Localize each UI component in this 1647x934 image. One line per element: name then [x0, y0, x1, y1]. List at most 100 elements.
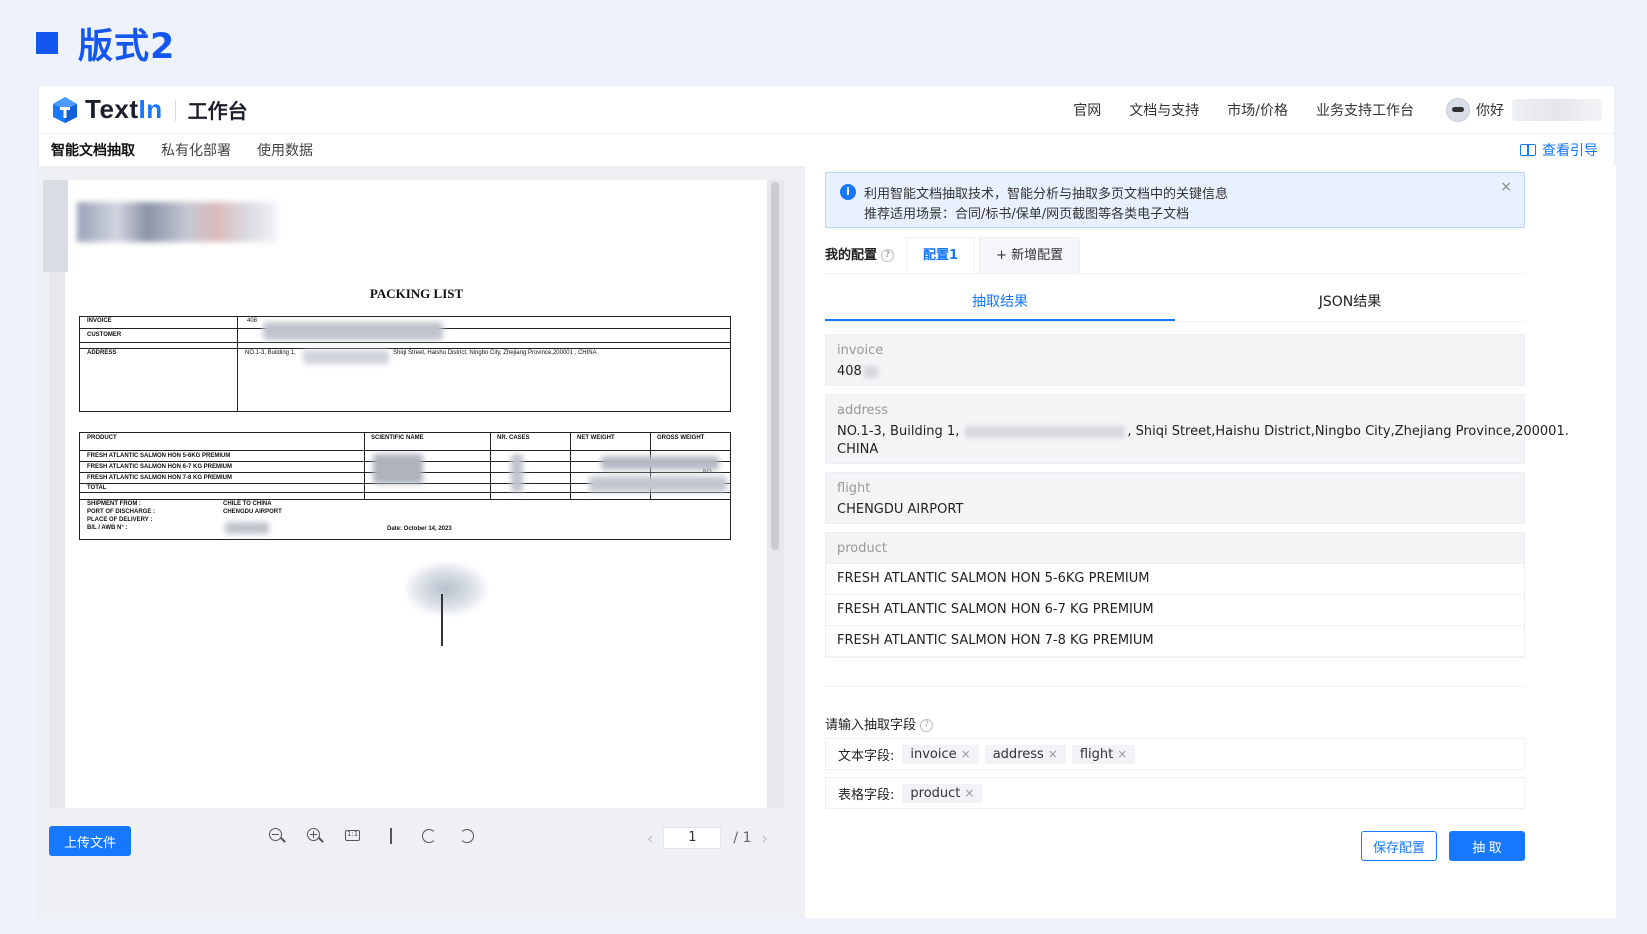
- subnav-usage-data[interactable]: 使用数据: [257, 140, 313, 160]
- field-label: invoice: [837, 343, 884, 358]
- doc-meta-label: PORT OF DISCHARGE :: [87, 509, 156, 515]
- rotate-right-icon[interactable]: [457, 826, 477, 846]
- add-config-button[interactable]: + 新增配置: [979, 237, 1081, 273]
- view-guide-label: 查看引导: [1542, 143, 1598, 159]
- top-nav-bar: TextIn 工作台 官网 文档与支持 市场/价格 业务支持工作台 你好: [39, 86, 1614, 134]
- nav-docs-support[interactable]: 文档与支持: [1129, 100, 1199, 120]
- doc-product-row: FRESH ATLANTIC SALMON HON 6-7 KG PREMIUM: [87, 464, 232, 470]
- upload-file-button[interactable]: 上传文件: [49, 826, 131, 856]
- actual-size-icon[interactable]: [343, 826, 363, 846]
- document-page[interactable]: PACKING LIST INVOICE 408 CUSTOMER ADDRES…: [49, 180, 784, 808]
- alert-line-2: 推荐适用场景：合同/标书/保单/网页截图等各类电子文档: [864, 207, 1190, 222]
- tab-json-result[interactable]: JSON结果: [1175, 284, 1525, 321]
- config-tabs: 我的配置? 配置1 + 新增配置: [825, 237, 1525, 274]
- workspace-label: 工作台: [187, 99, 248, 123]
- view-tools: [267, 826, 495, 846]
- alert-line-1: 利用智能文档抽取技术，智能分析与抽取多页文档中的关键信息: [864, 187, 1229, 202]
- divider-icon: [381, 826, 401, 846]
- result-field-address: address NO.1-3, Building 1,, Shiqi Stree…: [825, 394, 1569, 464]
- tag-invoice[interactable]: invoice ×: [902, 744, 979, 764]
- save-config-button[interactable]: 保存配置: [1361, 831, 1437, 861]
- doc-date: Date: October 14, 2023: [387, 526, 452, 532]
- user-menu[interactable]: 你好: [1446, 97, 1602, 122]
- help-icon[interactable]: ?: [920, 719, 934, 732]
- user-greeting: 你好: [1476, 102, 1504, 119]
- nav-market-pricing[interactable]: 市场/价格: [1227, 100, 1288, 120]
- tag-address[interactable]: address ×: [984, 744, 1066, 764]
- text-fields-row[interactable]: 文本字段: invoice × address × flight ×: [825, 738, 1525, 770]
- field-value: 408: [837, 363, 878, 380]
- result-tabs: 抽取结果 JSON结果: [825, 284, 1525, 322]
- scrollbar-thumb[interactable]: [771, 182, 779, 550]
- doc-meta-label: SHIPMENT FROM :: [87, 501, 141, 507]
- zoom-out-icon[interactable]: [267, 826, 287, 846]
- doc-meta-value: CHILE TO CHINA: [223, 501, 272, 507]
- tag-flight[interactable]: flight ×: [1071, 744, 1136, 764]
- tag-product[interactable]: product ×: [902, 783, 983, 803]
- textin-logo-icon: [51, 96, 79, 124]
- page-total: / 1: [733, 830, 752, 846]
- doc-address-label: ADDRESS: [87, 350, 117, 356]
- doc-total-label: TOTAL: [87, 485, 107, 491]
- doc-col-scientific: SCIENTIFIC NAME: [371, 435, 424, 441]
- doc-meta-label: PLACE OF DELIVERY :: [87, 517, 153, 523]
- logo[interactable]: TextIn 工作台: [51, 94, 248, 125]
- nav-official-site[interactable]: 官网: [1073, 100, 1101, 120]
- close-icon[interactable]: ×: [1500, 179, 1512, 195]
- info-alert: i 利用智能文档抽取技术，智能分析与抽取多页文档中的关键信息 推荐适用场景：合同…: [825, 172, 1525, 228]
- doc-title: PACKING LIST: [369, 286, 464, 301]
- info-icon: i: [840, 184, 856, 200]
- extract-button[interactable]: 抽 取: [1449, 831, 1525, 861]
- extract-fields-label: 请输入抽取字段?: [825, 714, 934, 733]
- prev-page-icon[interactable]: ‹: [647, 829, 653, 848]
- brand-name: TextIn: [85, 94, 163, 124]
- nav-business-workbench[interactable]: 业务支持工作台: [1316, 100, 1414, 120]
- doc-invoice-value: 408: [247, 318, 258, 324]
- help-icon[interactable]: ?: [881, 249, 895, 262]
- tab-extract-result[interactable]: 抽取结果: [825, 284, 1175, 321]
- field-value: CHINA: [837, 442, 879, 457]
- field-value: CHENGDU AIRPORT: [837, 502, 964, 517]
- doc-address-value-b: Shiqi Street, Haishu District, Ningbo Ci…: [393, 350, 597, 356]
- table-row: FRESH ATLANTIC SALMON HON 7-8 KG PREMIUM: [826, 625, 1524, 656]
- table-row: FRESH ATLANTIC SALMON HON 5-6KG PREMIUM: [826, 563, 1524, 594]
- doc-col-cases: NR. CASES: [497, 435, 530, 441]
- tab-config-1[interactable]: 配置1: [906, 237, 976, 273]
- result-field-product: product FRESH ATLANTIC SALMON HON 5-6KG …: [825, 532, 1525, 658]
- field-value: NO.1-3, Building 1,, Shiqi Street,Haishu…: [837, 424, 1569, 439]
- next-page-icon[interactable]: ›: [761, 829, 767, 848]
- table-fields-row[interactable]: 表格字段: product ×: [825, 777, 1525, 809]
- doc-product-row: FRESH ATLANTIC SALMON HON 7-8 KG PREMIUM: [87, 475, 232, 481]
- extraction-panel: i 利用智能文档抽取技术，智能分析与抽取多页文档中的关键信息 推荐适用场景：合同…: [804, 166, 1616, 918]
- document-scrollbar[interactable]: [767, 180, 784, 808]
- my-config-label: 我的配置?: [825, 239, 895, 273]
- subnav-doc-extraction[interactable]: 智能文档抽取: [51, 140, 135, 160]
- field-label: flight: [837, 481, 871, 496]
- slide-title-text: 版式2: [78, 26, 176, 67]
- top-nav-links: 官网 文档与支持 市场/价格 业务支持工作台 你好: [1073, 86, 1602, 133]
- book-icon: [1520, 144, 1536, 156]
- doc-product-row: FRESH ATLANTIC SALMON HON 5-6KG PREMIUM: [87, 453, 231, 459]
- page-number-input[interactable]: 1: [663, 827, 722, 849]
- tag-close-icon[interactable]: ×: [964, 786, 974, 800]
- app-window: TextIn 工作台 官网 文档与支持 市场/价格 业务支持工作台 你好 智能文…: [38, 85, 1616, 918]
- viewer-toolbar: 上传文件 ‹ 1 / 1 ›: [39, 816, 804, 866]
- text-fields-label: 文本字段:: [838, 748, 895, 764]
- zoom-in-icon[interactable]: [305, 826, 325, 846]
- thumbnail-strip[interactable]: [43, 180, 68, 272]
- doc-meta-value: CHENGDU AIRPORT: [223, 509, 282, 515]
- view-guide-link[interactable]: 查看引导: [1520, 140, 1598, 160]
- tag-close-icon[interactable]: ×: [1048, 747, 1058, 761]
- doc-customer-label: CUSTOMER: [87, 332, 122, 338]
- doc-col-product: PRODUCT: [87, 435, 117, 441]
- rotate-left-icon[interactable]: [419, 826, 439, 846]
- redacted-signature: [405, 562, 487, 616]
- doc-meta-label: B/L / AWB N° :: [87, 525, 128, 531]
- doc-col-gross: GROSS WEIGHT: [657, 435, 705, 441]
- table-row: FRESH ATLANTIC SALMON HON 6-7 KG PREMIUM: [826, 594, 1524, 625]
- result-field-invoice: invoice 408: [825, 334, 1525, 386]
- document-viewer: PACKING LIST INVOICE 408 CUSTOMER ADDRES…: [39, 166, 804, 918]
- tag-close-icon[interactable]: ×: [1117, 747, 1127, 761]
- tag-close-icon[interactable]: ×: [961, 747, 971, 761]
- subnav-private-deploy[interactable]: 私有化部署: [161, 140, 231, 160]
